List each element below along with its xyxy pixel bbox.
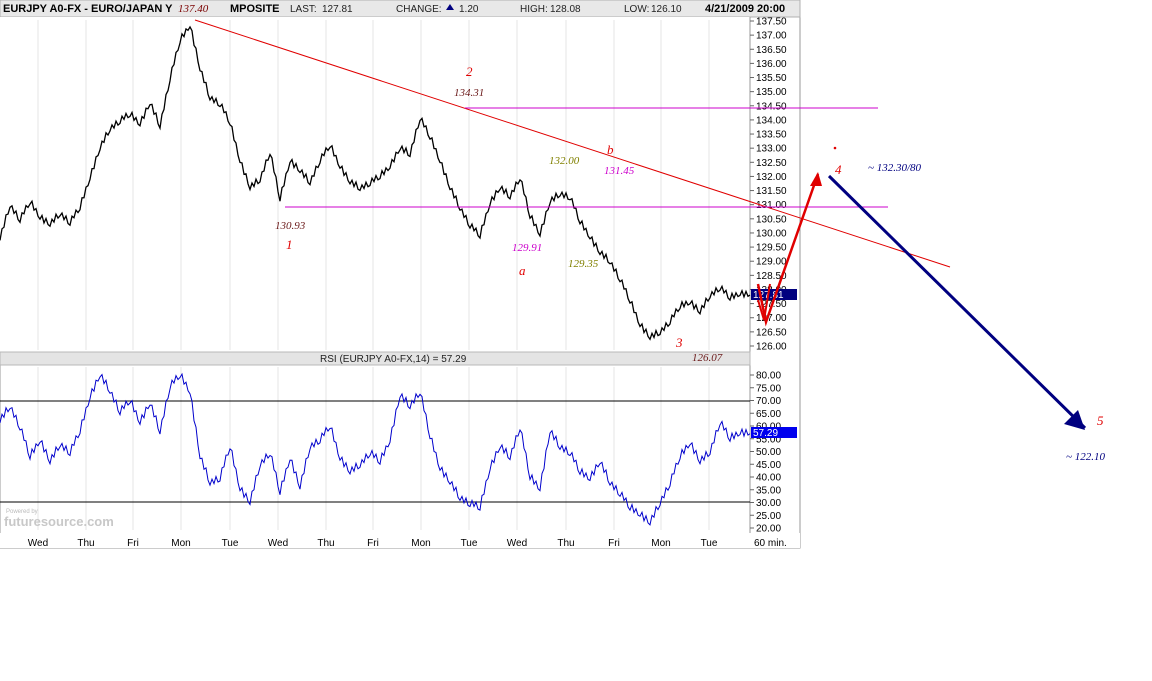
ann-wave-a-label: a: [519, 263, 526, 278]
ann-wave-a-price: 129.91: [512, 242, 542, 254]
price-tick-label: 130.50: [756, 214, 787, 225]
header-change-value: 1.20: [459, 4, 479, 15]
x-tick-label: Tue: [461, 538, 478, 549]
ann-peak: 137.40: [178, 3, 209, 15]
header-low-value: 126.10: [651, 4, 682, 15]
header-symbol-tail: MPOSITE: [230, 3, 280, 15]
ann-wave4-label: 4: [835, 162, 842, 177]
price-tick-label: 131.50: [756, 186, 787, 197]
ann-wave5-target: ~ 122.10: [1066, 451, 1105, 463]
price-tick-label: 135.50: [756, 73, 787, 84]
price-tick-label: 129.00: [756, 257, 787, 268]
header-symbol: EURJPY A0-FX - EURO/JAPAN Y: [3, 3, 173, 15]
x-tick-label: Thu: [317, 538, 334, 549]
ann-wave1-price: 130.93: [275, 220, 306, 232]
rsi-tick-label: 70.00: [756, 396, 781, 407]
target-dot: [833, 146, 837, 150]
ann-wave-b-label: b: [607, 142, 614, 157]
x-tick-label: Fri: [127, 538, 139, 549]
x-tick-label: Mon: [411, 538, 430, 549]
rsi-tick-label: 80.00: [756, 371, 781, 382]
price-tick-label: 126.50: [756, 327, 787, 338]
ann-wave3-label: 3: [675, 335, 683, 350]
x-axis: Wed Thu Fri Mon Tue Wed Thu Fri Mon Tue Wed Thu Fri M…: [28, 538, 718, 549]
rsi-tick-label: 20.00: [756, 524, 781, 535]
rsi-tick-label: 45.00: [756, 460, 781, 471]
price-tick-label: 134.50: [756, 101, 787, 112]
x-axis-bar: [0, 533, 800, 548]
header-last-value: 127.81: [322, 4, 353, 15]
x-tick-label: Tue: [222, 538, 239, 549]
watermark: futuresource.com: [4, 514, 114, 529]
price-tick-label: 131.00: [756, 200, 787, 211]
price-tick-label: 132.00: [756, 172, 787, 183]
interval-label: 60 min.: [754, 538, 787, 549]
price-tick-label: 129.50: [756, 243, 787, 254]
projection-wave5-arrowhead-icon: [1064, 410, 1085, 430]
x-tick-label: Thu: [557, 538, 574, 549]
elliott-wave-chart: EURJPY A0-FX - EURO/JAPAN Y MPOSITE LAST…: [0, 0, 1105, 549]
ann-sub-high: 132.00: [549, 155, 580, 167]
header-change-label: CHANGE:: [396, 4, 442, 15]
ann-wave4-target: ~ 132.30/80: [868, 162, 922, 174]
price-tick-label: 136.00: [756, 59, 787, 70]
header-high-label: HIGH:: [520, 4, 548, 15]
price-tick-label: 132.50: [756, 158, 787, 169]
header-last-label: LAST:: [290, 4, 317, 15]
price-tick-label: 135.00: [756, 87, 787, 98]
price-tick-label: 134.00: [756, 115, 787, 126]
rsi-tick-label: 65.00: [756, 409, 781, 420]
rsi-tick-label: 35.00: [756, 485, 781, 496]
projection-wave5-arrow: [827, 174, 1087, 430]
rsi-tick-label: 25.00: [756, 511, 781, 522]
price-tick-label: 127.00: [756, 313, 787, 324]
price-tick-label: 137.00: [756, 31, 787, 42]
header-low-label: LOW:: [624, 4, 649, 15]
x-tick-label: Mon: [651, 538, 670, 549]
projection-wave4-arrowhead-icon: [810, 172, 822, 186]
ann-wave-b-price: 131.45: [604, 165, 635, 177]
rsi-tick-label: 50.00: [756, 447, 781, 458]
rsi-tick-label: 40.00: [756, 473, 781, 484]
ann-wave1-label: 1: [286, 237, 293, 252]
x-tick-label: Fri: [367, 538, 379, 549]
price-tick-label: 133.00: [756, 144, 787, 155]
price-tick-label: 133.50: [756, 130, 787, 141]
x-tick-label: Mon: [171, 538, 190, 549]
last-rsi-text: 57.29: [753, 428, 778, 439]
x-tick-label: Thu: [77, 538, 94, 549]
price-tick-label: 126.00: [756, 342, 787, 353]
x-tick-label: Wed: [507, 538, 527, 549]
rsi-tick-label: 30.00: [756, 498, 781, 509]
header-high-value: 128.08: [550, 4, 581, 15]
rsi-tick-label: 75.00: [756, 383, 781, 394]
rsi-title: RSI (EURJPY A0-FX,14) = 57.29: [320, 354, 467, 365]
ann-sub-low: 129.35: [568, 258, 599, 270]
ann-wave3-price: 126.07: [692, 352, 723, 364]
x-tick-label: Wed: [268, 538, 288, 549]
header-datetime: 4/21/2009 20:00: [705, 3, 785, 15]
price-tick-label: 137.50: [756, 17, 787, 28]
ann-wave2-price: 134.31: [454, 87, 484, 99]
ann-wave5-label: 5: [1097, 413, 1104, 428]
x-tick-label: Fri: [608, 538, 620, 549]
ann-wave2-label: 2: [466, 64, 473, 79]
x-tick-label: Wed: [28, 538, 48, 549]
price-tick-label: 130.00: [756, 228, 787, 239]
price-tick-label: 136.50: [756, 45, 787, 56]
x-tick-label: Tue: [701, 538, 718, 549]
price-pane: [0, 17, 750, 352]
